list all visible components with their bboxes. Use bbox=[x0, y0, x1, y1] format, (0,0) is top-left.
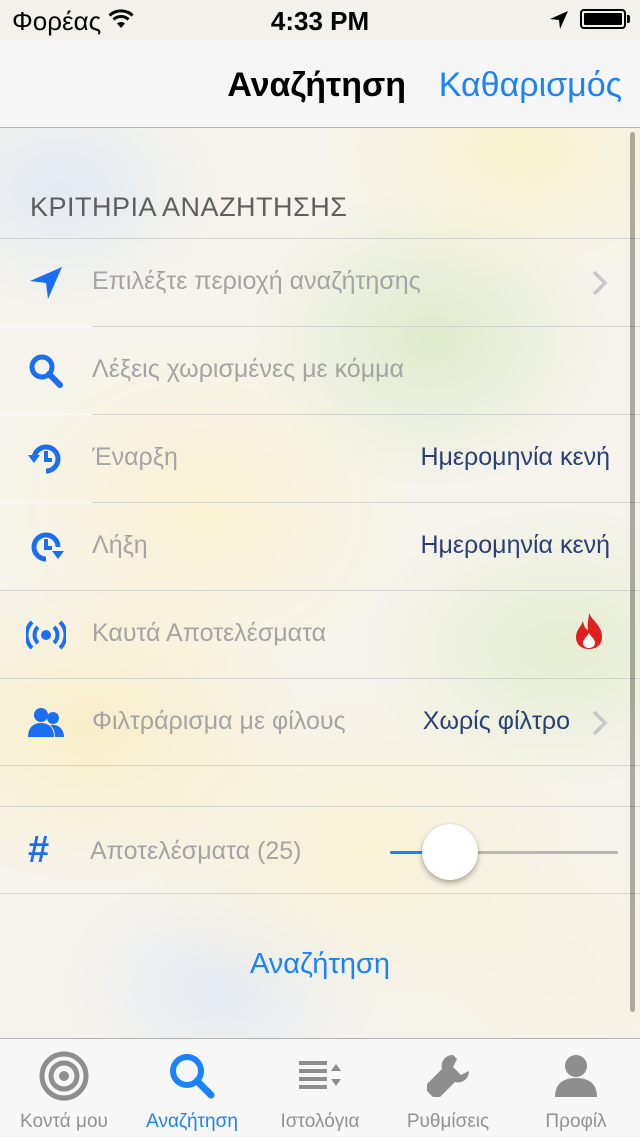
row-end-date[interactable]: Λήξη Ημερομηνία κενή bbox=[0, 502, 640, 590]
keywords-input[interactable]: Λέξεις χωρισμένες με κόμμα bbox=[92, 355, 404, 384]
wrench-icon bbox=[427, 1054, 470, 1097]
search-icon bbox=[170, 1054, 215, 1099]
broadcast-icon bbox=[26, 620, 66, 650]
person-icon bbox=[555, 1055, 597, 1097]
location-arrow-icon bbox=[550, 11, 568, 29]
row-results-count: # Αποτελέσματα (25) bbox=[0, 806, 640, 894]
list-sort-icon bbox=[299, 1061, 341, 1089]
section-header: ΚΡΙΤΗΡΙΑ ΑΝΑΖΗΤΗΣΗΣ bbox=[30, 192, 348, 222]
tab-settings[interactable]: Ρυθμίσεις bbox=[384, 1039, 512, 1137]
friends-filter-value: Χωρίς φίλτρο bbox=[422, 707, 570, 735]
tab-label: Προφίλ bbox=[545, 1111, 607, 1132]
clock: 4:33 PM bbox=[270, 6, 370, 36]
start-date-value: Ημερομηνία κενή bbox=[420, 443, 610, 471]
slider-thumb[interactable] bbox=[421, 824, 478, 880]
tab-blogs[interactable]: Ιστολόγια bbox=[256, 1039, 384, 1137]
target-icon bbox=[39, 1051, 89, 1101]
tab-label: Αναζήτηση bbox=[146, 1111, 238, 1132]
tab-label: Ρυθμίσεις bbox=[406, 1111, 490, 1132]
chevron-right-icon bbox=[592, 710, 608, 736]
tab-search[interactable]: Αναζήτηση bbox=[128, 1039, 256, 1137]
row-search-area[interactable]: Επιλέξτε περιοχή αναζήτησης bbox=[0, 238, 640, 326]
page-title: Αναζήτηση bbox=[227, 66, 406, 104]
navigation-bar: Αναζήτηση Καθαρισμός bbox=[0, 40, 640, 128]
tab-label: Κοντά μου bbox=[20, 1111, 108, 1132]
tab-bar: Κοντά μου Αναζήτηση Ιστολόγια Ρυθμίσεις … bbox=[0, 1038, 640, 1136]
status-bar: Φορέας 4:33 PM bbox=[0, 0, 640, 40]
location-arrow-icon bbox=[30, 267, 62, 299]
tab-label: Ιστολόγια bbox=[280, 1111, 360, 1132]
row-start-date[interactable]: Έναρξη Ημερομηνία κενή bbox=[0, 414, 640, 502]
battery-icon bbox=[580, 9, 626, 29]
table-bottom-divider bbox=[0, 765, 640, 766]
row-label: Επιλέξτε περιοχή αναζήτησης bbox=[92, 267, 421, 295]
hash-icon: # bbox=[28, 829, 50, 871]
scroll-indicator bbox=[630, 132, 635, 1012]
clock-back-icon bbox=[28, 444, 61, 474]
results-label: Αποτελέσματα (25) bbox=[90, 837, 302, 865]
battery-tip bbox=[627, 15, 630, 23]
clock-forward-icon bbox=[31, 532, 64, 562]
tab-nearby[interactable]: Κοντά μου bbox=[0, 1039, 128, 1137]
row-friends-filter[interactable]: Φιλτράρισμα με φίλους Χωρίς φίλτρο bbox=[0, 678, 640, 766]
row-label: Λήξη bbox=[92, 531, 148, 559]
row-label: Καυτά Αποτελέσματα bbox=[92, 619, 327, 647]
row-keywords[interactable]: Λέξεις χωρισμένες με κόμμα bbox=[0, 326, 640, 414]
flame-icon bbox=[576, 613, 602, 649]
chevron-right-icon bbox=[592, 270, 608, 296]
people-icon bbox=[28, 708, 64, 737]
row-label: Έναρξη bbox=[92, 443, 178, 471]
row-hot-results[interactable]: Καυτά Αποτελέσματα bbox=[0, 590, 640, 678]
search-criteria-table: Επιλέξτε περιοχή αναζήτησης Λέξεις χωρισ… bbox=[0, 238, 640, 766]
search-button[interactable]: Αναζήτηση bbox=[0, 948, 640, 981]
end-date-value: Ημερομηνία κενή bbox=[420, 531, 610, 559]
results-slider[interactable] bbox=[390, 824, 618, 880]
search-icon bbox=[29, 354, 63, 388]
clear-button[interactable]: Καθαρισμός bbox=[439, 66, 622, 105]
row-label: Φιλτράρισμα με φίλους bbox=[92, 707, 346, 735]
tab-profile[interactable]: Προφίλ bbox=[512, 1039, 640, 1137]
